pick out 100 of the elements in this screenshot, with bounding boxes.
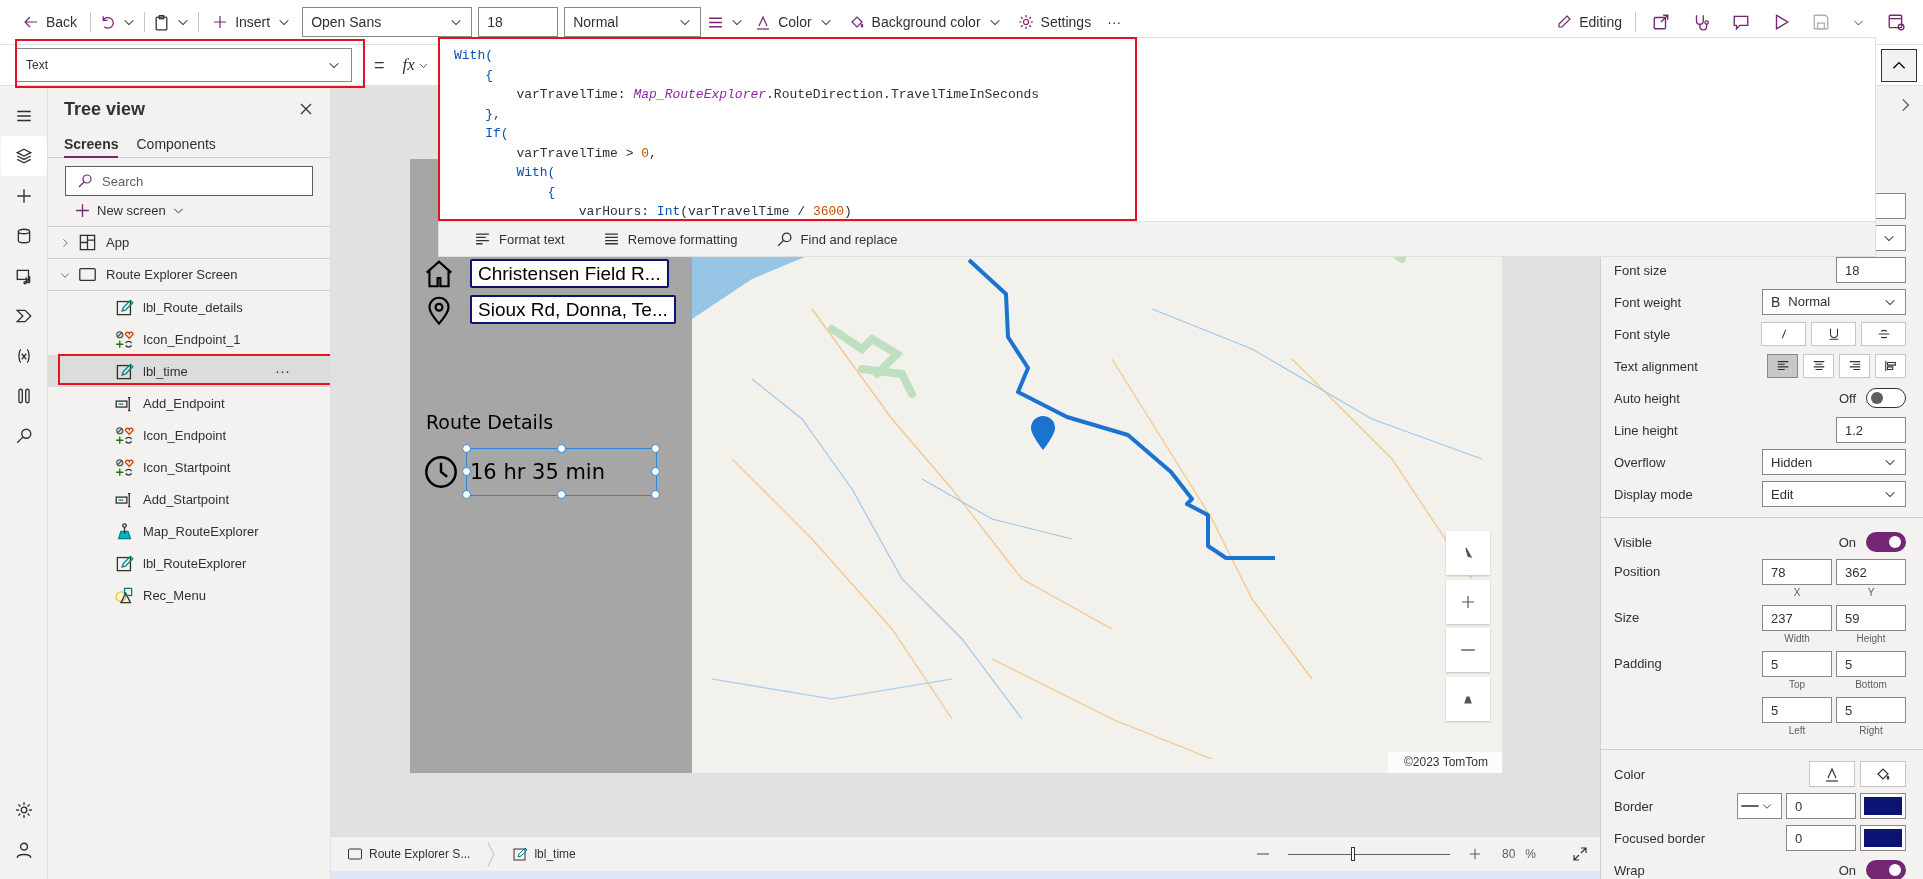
property-dropdown[interactable]: Text — [15, 48, 352, 82]
property-field[interactable]: 59 — [1836, 605, 1906, 631]
collapse-formula-button[interactable] — [1881, 49, 1917, 82]
text-color-button[interactable]: Color — [750, 7, 838, 37]
equals-sign: = — [374, 54, 385, 76]
tree-view-tab[interactable] — [0, 136, 47, 176]
insert-button[interactable]: Insert — [207, 7, 297, 37]
resize-handle[interactable] — [462, 444, 471, 453]
property-field[interactable]: 18 — [1836, 257, 1906, 283]
breadcrumb[interactable]: lbl_time — [506, 845, 582, 863]
function-button[interactable]: fx — [398, 53, 433, 77]
toggle-switch[interactable] — [1866, 532, 1906, 552]
breadcrumb[interactable]: Route Explorer S... — [341, 845, 477, 863]
media-icon[interactable] — [14, 267, 33, 285]
more-button[interactable]: ··· — [1102, 7, 1127, 37]
strikethrough-icon — [1876, 327, 1891, 341]
font-size-field[interactable]: 18 — [478, 7, 559, 37]
new-screen-button[interactable]: New screen — [68, 198, 191, 222]
map-pin-icon[interactable] — [1030, 415, 1056, 451]
comment-icon[interactable] — [1732, 13, 1750, 31]
tree-item[interactable]: Icon_Endpoint — [48, 419, 330, 451]
share-icon[interactable] — [1652, 13, 1670, 31]
font-dropdown[interactable]: Open Sans — [302, 7, 473, 37]
expand-icon[interactable] — [1572, 846, 1588, 862]
resize-handle[interactable] — [651, 467, 660, 476]
property-field[interactable]: 1.2 — [1836, 417, 1906, 443]
tree-item[interactable]: Add_Startpoint — [48, 483, 330, 515]
property-field[interactable]: 78 — [1762, 559, 1832, 585]
property-field[interactable]: 237 — [1762, 605, 1832, 631]
editing-button[interactable]: Editing — [1551, 7, 1627, 37]
address-field[interactable]: Sioux Rd, Donna, Te... — [470, 295, 676, 324]
text-color-button[interactable] — [1809, 761, 1855, 787]
settings-button[interactable]: Settings — [1012, 7, 1097, 37]
search-icon[interactable] — [14, 427, 33, 445]
tree-item[interactable]: Rec_Menu — [48, 579, 330, 611]
close-icon[interactable] — [298, 101, 314, 117]
background-color-button[interactable]: Background color — [843, 7, 1007, 37]
resize-handle[interactable] — [651, 444, 660, 453]
font-weight-dropdown[interactable]: Normal — [564, 7, 702, 37]
resize-handle[interactable] — [462, 467, 471, 476]
formula-code-editor[interactable]: With( { varTravelTime: Map_RouteExplorer.RouteDirection.TravelTimeInSeconds }, If( varTravelTime > 0, With( { varHours: Int(varTravelTime / 3600) — [438, 37, 1876, 221]
align-top-icon — [1883, 359, 1898, 373]
more-button[interactable]: ··· — [269, 361, 296, 380]
property-field[interactable]: 5 — [1836, 651, 1906, 677]
align-button[interactable] — [1767, 354, 1798, 378]
resize-handle[interactable] — [556, 444, 566, 453]
align-center-icon — [1811, 359, 1826, 373]
tree-item[interactable]: Icon_Endpoint_1 — [48, 323, 330, 355]
property-dropdown[interactable]: B Normal — [1762, 289, 1906, 315]
format-text-button[interactable]: Format text — [468, 229, 571, 249]
property-field[interactable]: 5 — [1762, 651, 1832, 677]
resize-handle[interactable] — [462, 490, 471, 499]
property-field[interactable]: 5 — [1762, 697, 1832, 723]
align-button[interactable] — [1803, 354, 1834, 378]
property-field[interactable]: 0 — [1786, 825, 1856, 851]
resize-handle[interactable] — [556, 490, 566, 499]
property-field[interactable] — [1876, 193, 1906, 219]
gear-icon — [1017, 14, 1034, 30]
publish-icon[interactable] — [1887, 13, 1905, 31]
slider-thumb[interactable] — [1350, 847, 1355, 861]
label-icon — [115, 297, 134, 317]
border-style-dropdown[interactable] — [1737, 793, 1782, 819]
property-dropdown[interactable]: Edit — [1762, 481, 1906, 507]
tree-item[interactable]: Route Explorer Screen — [48, 259, 330, 291]
tree-item[interactable]: lbl_time ··· — [48, 355, 330, 387]
resize-handle[interactable] — [651, 490, 660, 499]
toggle-switch[interactable] — [1866, 388, 1906, 408]
address-field[interactable]: Christensen Field R... — [470, 259, 669, 288]
underline-button[interactable] — [1811, 322, 1856, 346]
find-replace-button[interactable]: Find and replace — [769, 229, 904, 249]
toggle-switch[interactable] — [1866, 860, 1906, 879]
settings-icon[interactable] — [14, 801, 33, 819]
plus-icon[interactable] — [14, 187, 33, 205]
panel-tab[interactable]: Screens — [64, 132, 119, 158]
panel-tab[interactable]: Components — [136, 132, 216, 158]
tree-item[interactable]: Icon_Startpoint — [48, 451, 330, 483]
property-field[interactable]: 5 — [1836, 697, 1906, 723]
align-button[interactable] — [1839, 354, 1870, 378]
search-field[interactable]: Search — [65, 166, 313, 196]
tree-item[interactable]: Add_Endpoint — [48, 387, 330, 419]
flow-icon[interactable] — [14, 307, 33, 325]
property-field[interactable]: 362 — [1836, 559, 1906, 585]
property-dropdown[interactable] — [1876, 225, 1906, 251]
tree-item[interactable]: lbl_RouteExplorer — [48, 547, 330, 579]
tree-item[interactable]: App — [48, 227, 330, 259]
align-button[interactable] — [1875, 354, 1906, 378]
fill-color-button[interactable] — [1860, 761, 1906, 787]
person-icon[interactable] — [14, 841, 33, 859]
label-icon — [115, 553, 134, 573]
home-icon — [424, 258, 454, 289]
remove-formatting-button[interactable]: Remove formatting — [596, 229, 744, 249]
property-field[interactable]: 0 — [1786, 793, 1856, 819]
icon-control-icon — [115, 329, 134, 349]
back-button[interactable]: Back — [18, 7, 83, 37]
strikethrough-button[interactable] — [1861, 322, 1906, 346]
search-icon — [77, 173, 93, 189]
tree-item[interactable]: lbl_Route_details — [48, 291, 330, 323]
property-label: Overflow — [1614, 454, 1667, 470]
property-dropdown[interactable]: Hidden — [1762, 449, 1906, 475]
tree-item[interactable]: Map_RouteExplorer — [48, 515, 330, 547]
